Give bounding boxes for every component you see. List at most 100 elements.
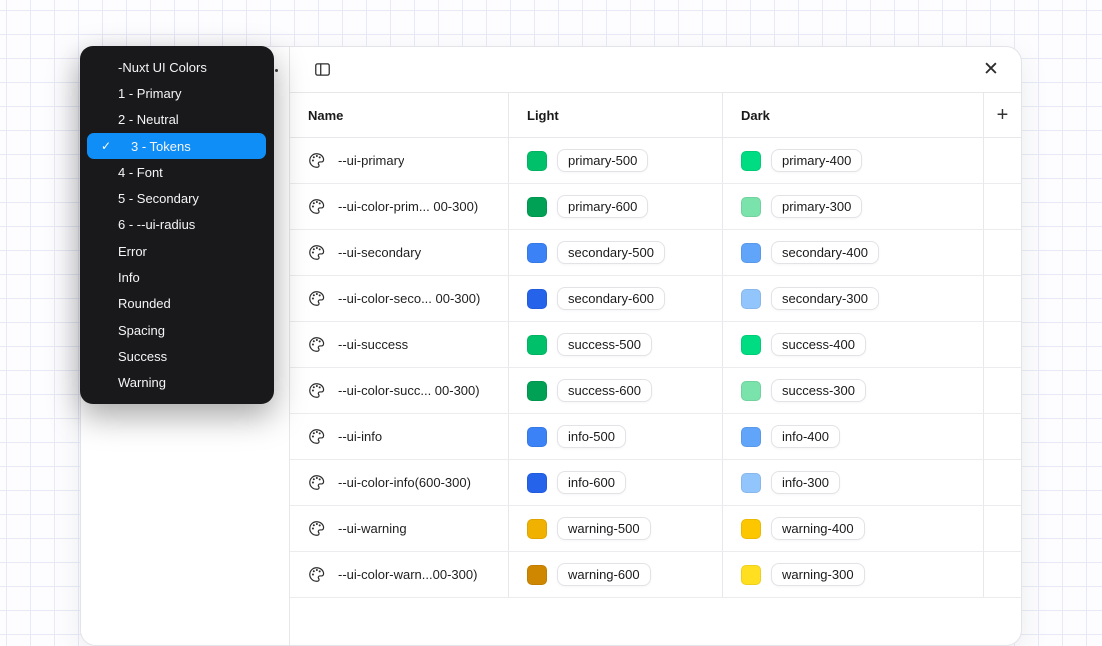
dark-value-cell[interactable]: info-300 — [723, 460, 984, 505]
table-body: --ui-primary primary-500 primary-400 -- — [290, 138, 1021, 598]
menu-item[interactable]: 1 - Primary — [80, 80, 274, 106]
table-row[interactable]: --ui-color-succ... 00-300) success-600 s… — [290, 368, 1021, 414]
menu-item[interactable]: 5 - Secondary — [80, 185, 274, 211]
variable-name: --ui-color-seco... 00-300) — [338, 291, 480, 306]
light-color-swatch — [527, 289, 547, 309]
check-icon: ✓ — [101, 139, 111, 153]
menu-item-label: -Nuxt UI Colors — [118, 60, 207, 75]
light-token-chip[interactable]: secondary-600 — [557, 287, 665, 310]
light-value-cell[interactable]: info-600 — [509, 460, 723, 505]
add-mode-button[interactable]: + — [995, 105, 1011, 125]
table-row[interactable]: --ui-color-info(600-300) info-600 info-3… — [290, 460, 1021, 506]
dark-color-swatch — [741, 197, 761, 217]
menu-item[interactable]: -Nuxt UI Colors — [80, 54, 274, 80]
light-value-cell[interactable]: info-500 — [509, 414, 723, 459]
menu-item-label: 6 - --ui-radius — [118, 217, 195, 232]
dark-token-chip[interactable]: warning-400 — [771, 517, 865, 540]
variable-name: --ui-secondary — [338, 245, 421, 260]
light-token-chip[interactable]: primary-500 — [557, 149, 648, 172]
menu-item-label: 5 - Secondary — [118, 191, 199, 206]
dark-token-chip[interactable]: success-400 — [771, 333, 866, 356]
light-token-chip[interactable]: secondary-500 — [557, 241, 665, 264]
table-row[interactable]: --ui-success success-500 success-400 — [290, 322, 1021, 368]
table-row[interactable]: --ui-info info-500 info-400 — [290, 414, 1021, 460]
table-row[interactable]: --ui-primary primary-500 primary-400 — [290, 138, 1021, 184]
dark-value-cell[interactable]: info-400 — [723, 414, 984, 459]
light-value-cell[interactable]: primary-500 — [509, 138, 723, 183]
menu-item[interactable]: ✓3 - Tokens — [87, 133, 266, 159]
variable-name: --ui-warning — [338, 521, 407, 536]
menu-item[interactable]: 4 - Font — [80, 159, 274, 185]
variable-name-cell: --ui-color-succ... 00-300) — [290, 368, 509, 413]
dark-color-swatch — [741, 381, 761, 401]
light-color-swatch — [527, 473, 547, 493]
dark-token-chip[interactable]: success-300 — [771, 379, 866, 402]
palette-icon — [308, 336, 325, 353]
empty-cell — [984, 506, 1021, 551]
variable-name: --ui-color-info(600-300) — [338, 475, 471, 490]
close-button[interactable]: ✕ — [979, 58, 1003, 82]
dark-value-cell[interactable]: primary-300 — [723, 184, 984, 229]
menu-item[interactable]: 2 - Neutral — [80, 107, 274, 133]
dark-token-chip[interactable]: info-400 — [771, 425, 840, 448]
variable-name: --ui-success — [338, 337, 408, 352]
table-row[interactable]: --ui-secondary secondary-500 secondary-4… — [290, 230, 1021, 276]
variable-name: --ui-primary — [338, 153, 404, 168]
dark-color-swatch — [741, 289, 761, 309]
table-row[interactable]: --ui-color-prim... 00-300) primary-600 p… — [290, 184, 1021, 230]
light-token-chip[interactable]: warning-500 — [557, 517, 651, 540]
sidebar-toggle-button[interactable] — [310, 58, 334, 82]
menu-item[interactable]: Success — [80, 343, 274, 369]
menu-item[interactable]: 6 - --ui-radius — [80, 212, 274, 238]
menu-item[interactable]: Warning — [80, 370, 274, 396]
table-row[interactable]: --ui-color-seco... 00-300) secondary-600… — [290, 276, 1021, 322]
light-value-cell[interactable]: success-500 — [509, 322, 723, 367]
header-add: + — [984, 93, 1021, 137]
dark-value-cell[interactable]: secondary-400 — [723, 230, 984, 275]
light-color-swatch — [527, 335, 547, 355]
variables-table: Name Light Dark + --ui-primary — [290, 93, 1021, 645]
dark-token-chip[interactable]: secondary-300 — [771, 287, 879, 310]
empty-cell — [984, 322, 1021, 367]
menu-item-label: Spacing — [118, 323, 165, 338]
dark-token-chip[interactable]: primary-400 — [771, 149, 862, 172]
table-row[interactable]: --ui-warning warning-500 warning-400 — [290, 506, 1021, 552]
light-token-chip[interactable]: success-500 — [557, 333, 652, 356]
dark-value-cell[interactable]: secondary-300 — [723, 276, 984, 321]
menu-item[interactable]: Error — [80, 238, 274, 264]
light-token-chip[interactable]: info-500 — [557, 425, 626, 448]
palette-icon — [308, 428, 325, 445]
light-value-cell[interactable]: primary-600 — [509, 184, 723, 229]
dark-color-swatch — [741, 519, 761, 539]
light-token-chip[interactable]: success-600 — [557, 379, 652, 402]
dark-token-chip[interactable]: info-300 — [771, 471, 840, 494]
dark-value-cell[interactable]: warning-400 — [723, 506, 984, 551]
menu-item[interactable]: Info — [80, 264, 274, 290]
dark-value-cell[interactable]: primary-400 — [723, 138, 984, 183]
variable-name-cell: --ui-color-info(600-300) — [290, 460, 509, 505]
variables-main: ✕ Name Light Dark + — [290, 47, 1021, 645]
light-value-cell[interactable]: secondary-600 — [509, 276, 723, 321]
menu-item[interactable]: Rounded — [80, 291, 274, 317]
variable-name-cell: --ui-color-seco... 00-300) — [290, 276, 509, 321]
header-name-label: Name — [308, 108, 343, 123]
dark-token-chip[interactable]: secondary-400 — [771, 241, 879, 264]
dark-color-swatch — [741, 335, 761, 355]
dark-value-cell[interactable]: success-300 — [723, 368, 984, 413]
menu-item-label: Success — [118, 349, 167, 364]
light-token-chip[interactable]: primary-600 — [557, 195, 648, 218]
dark-value-cell[interactable]: success-400 — [723, 322, 984, 367]
table-row[interactable]: --ui-color-warn...00-300) warning-600 wa… — [290, 552, 1021, 598]
light-value-cell[interactable]: success-600 — [509, 368, 723, 413]
light-color-swatch — [527, 381, 547, 401]
light-token-chip[interactable]: info-600 — [557, 471, 626, 494]
dark-color-swatch — [741, 427, 761, 447]
menu-item[interactable]: Spacing — [80, 317, 274, 343]
light-value-cell[interactable]: warning-500 — [509, 506, 723, 551]
empty-cell — [984, 276, 1021, 321]
header-name: Name — [290, 93, 509, 137]
light-value-cell[interactable]: secondary-500 — [509, 230, 723, 275]
table-header-row: Name Light Dark + — [290, 93, 1021, 138]
dark-token-chip[interactable]: primary-300 — [771, 195, 862, 218]
menu-item-label: Warning — [118, 375, 166, 390]
